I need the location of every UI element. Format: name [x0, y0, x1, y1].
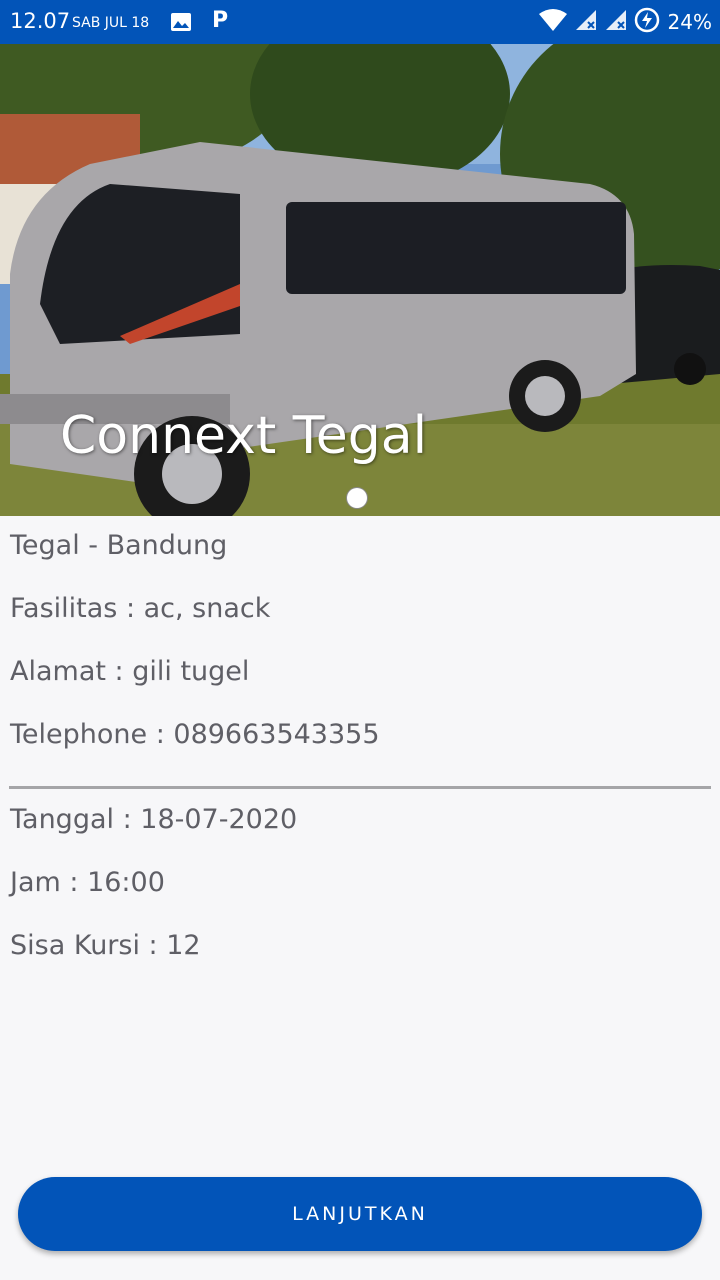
continue-button[interactable]: LANJUTKAN	[18, 1177, 702, 1251]
signal-icon	[574, 8, 598, 36]
battery-percentage: 24%	[667, 10, 712, 34]
battery-saver-icon	[634, 7, 660, 37]
status-icons: 24%	[538, 7, 712, 37]
address-text: Alamat : gili tugel	[10, 656, 250, 687]
time-text: Jam : 16:00	[10, 867, 165, 898]
status-date: SAB JUL 18	[72, 15, 150, 31]
hero-image[interactable]: Connext Tegal	[0, 44, 720, 516]
facilities-text: Fasilitas : ac, snack	[10, 593, 271, 624]
status-bar: 12.07 SAB JUL 18 P 24%	[0, 0, 720, 44]
wifi-icon	[538, 8, 568, 36]
carousel-indicator[interactable]	[347, 488, 367, 508]
route-text: Tegal - Bandung	[10, 530, 228, 561]
divider	[9, 786, 711, 789]
parking-icon: P	[212, 8, 229, 33]
hero-title: Connext Tegal	[60, 406, 428, 466]
status-time: 12.07	[10, 9, 71, 33]
signal-icon	[604, 8, 628, 36]
seats-text: Sisa Kursi : 12	[10, 930, 201, 961]
phone-text: Telephone : 089663543355	[10, 719, 380, 750]
gallery-icon	[170, 12, 192, 36]
date-text: Tanggal : 18-07-2020	[10, 804, 298, 835]
